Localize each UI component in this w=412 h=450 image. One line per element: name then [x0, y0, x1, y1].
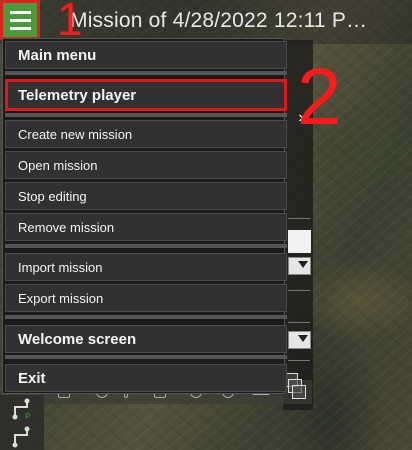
menu-item-open-mission[interactable]: Open mission [5, 151, 287, 179]
layers-icon[interactable] [284, 371, 306, 401]
menu-divider [5, 315, 287, 319]
panel-divider [288, 322, 310, 323]
menu-item-remove-mission[interactable]: Remove mission [5, 213, 287, 241]
menu-item-import-mission[interactable]: Import mission [5, 253, 287, 281]
hamburger-menu-icon [10, 11, 31, 14]
panel-divider [288, 290, 310, 291]
menu-item-export-mission[interactable]: Export mission [5, 284, 287, 312]
panel-divider [288, 360, 310, 361]
dropdown-1[interactable] [288, 257, 311, 275]
hamburger-menu-icon [10, 19, 31, 22]
menu-divider [5, 355, 287, 359]
hamburger-menu-icon [10, 27, 31, 30]
svg-text:P: P [25, 412, 30, 421]
menu-divider [5, 244, 287, 248]
waypoint-route-icon[interactable] [11, 425, 33, 449]
panel-divider [288, 218, 310, 219]
menu-item-telemetry-player[interactable]: Telemetry player [5, 79, 287, 111]
menu-item-welcome-screen[interactable]: Welcome screen [5, 325, 287, 353]
menu-item-stop-editing[interactable]: Stop editing [5, 182, 287, 210]
chevron-down-icon [298, 335, 308, 342]
window-title: Mission of 4/28/2022 12:11 P… [70, 9, 368, 32]
menu-divider [5, 113, 287, 117]
menu-item-exit[interactable]: Exit [5, 364, 287, 392]
main-menu-dropdown: Main menu Telemetry player Create new mi… [2, 38, 287, 394]
left-tool-strip: P [0, 395, 44, 450]
menu-divider [5, 71, 287, 75]
color-swatch[interactable] [288, 230, 311, 253]
chevron-down-icon [298, 261, 308, 268]
menu-item-main-menu[interactable]: Main menu [5, 41, 287, 69]
dropdown-2[interactable] [288, 331, 311, 349]
waypoint-route-icon[interactable]: P [11, 397, 33, 421]
hamburger-menu-button[interactable] [0, 0, 40, 40]
menu-item-create-new-mission[interactable]: Create new mission [5, 120, 287, 148]
annotation-step-1: 1 [57, 0, 83, 45]
annotation-step-2: 2 [297, 52, 342, 141]
